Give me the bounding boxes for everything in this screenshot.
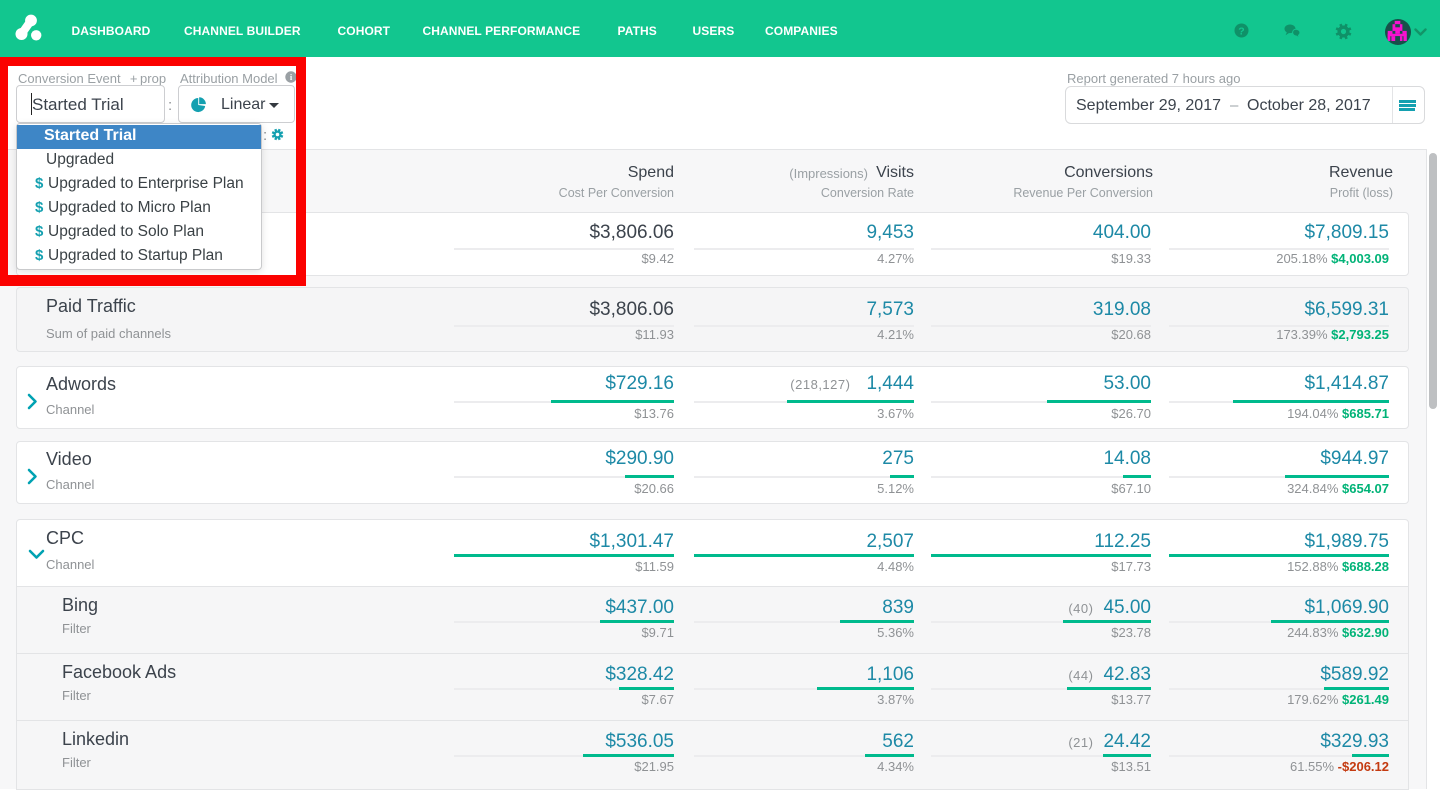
svg-text:?: ? xyxy=(1238,26,1244,38)
